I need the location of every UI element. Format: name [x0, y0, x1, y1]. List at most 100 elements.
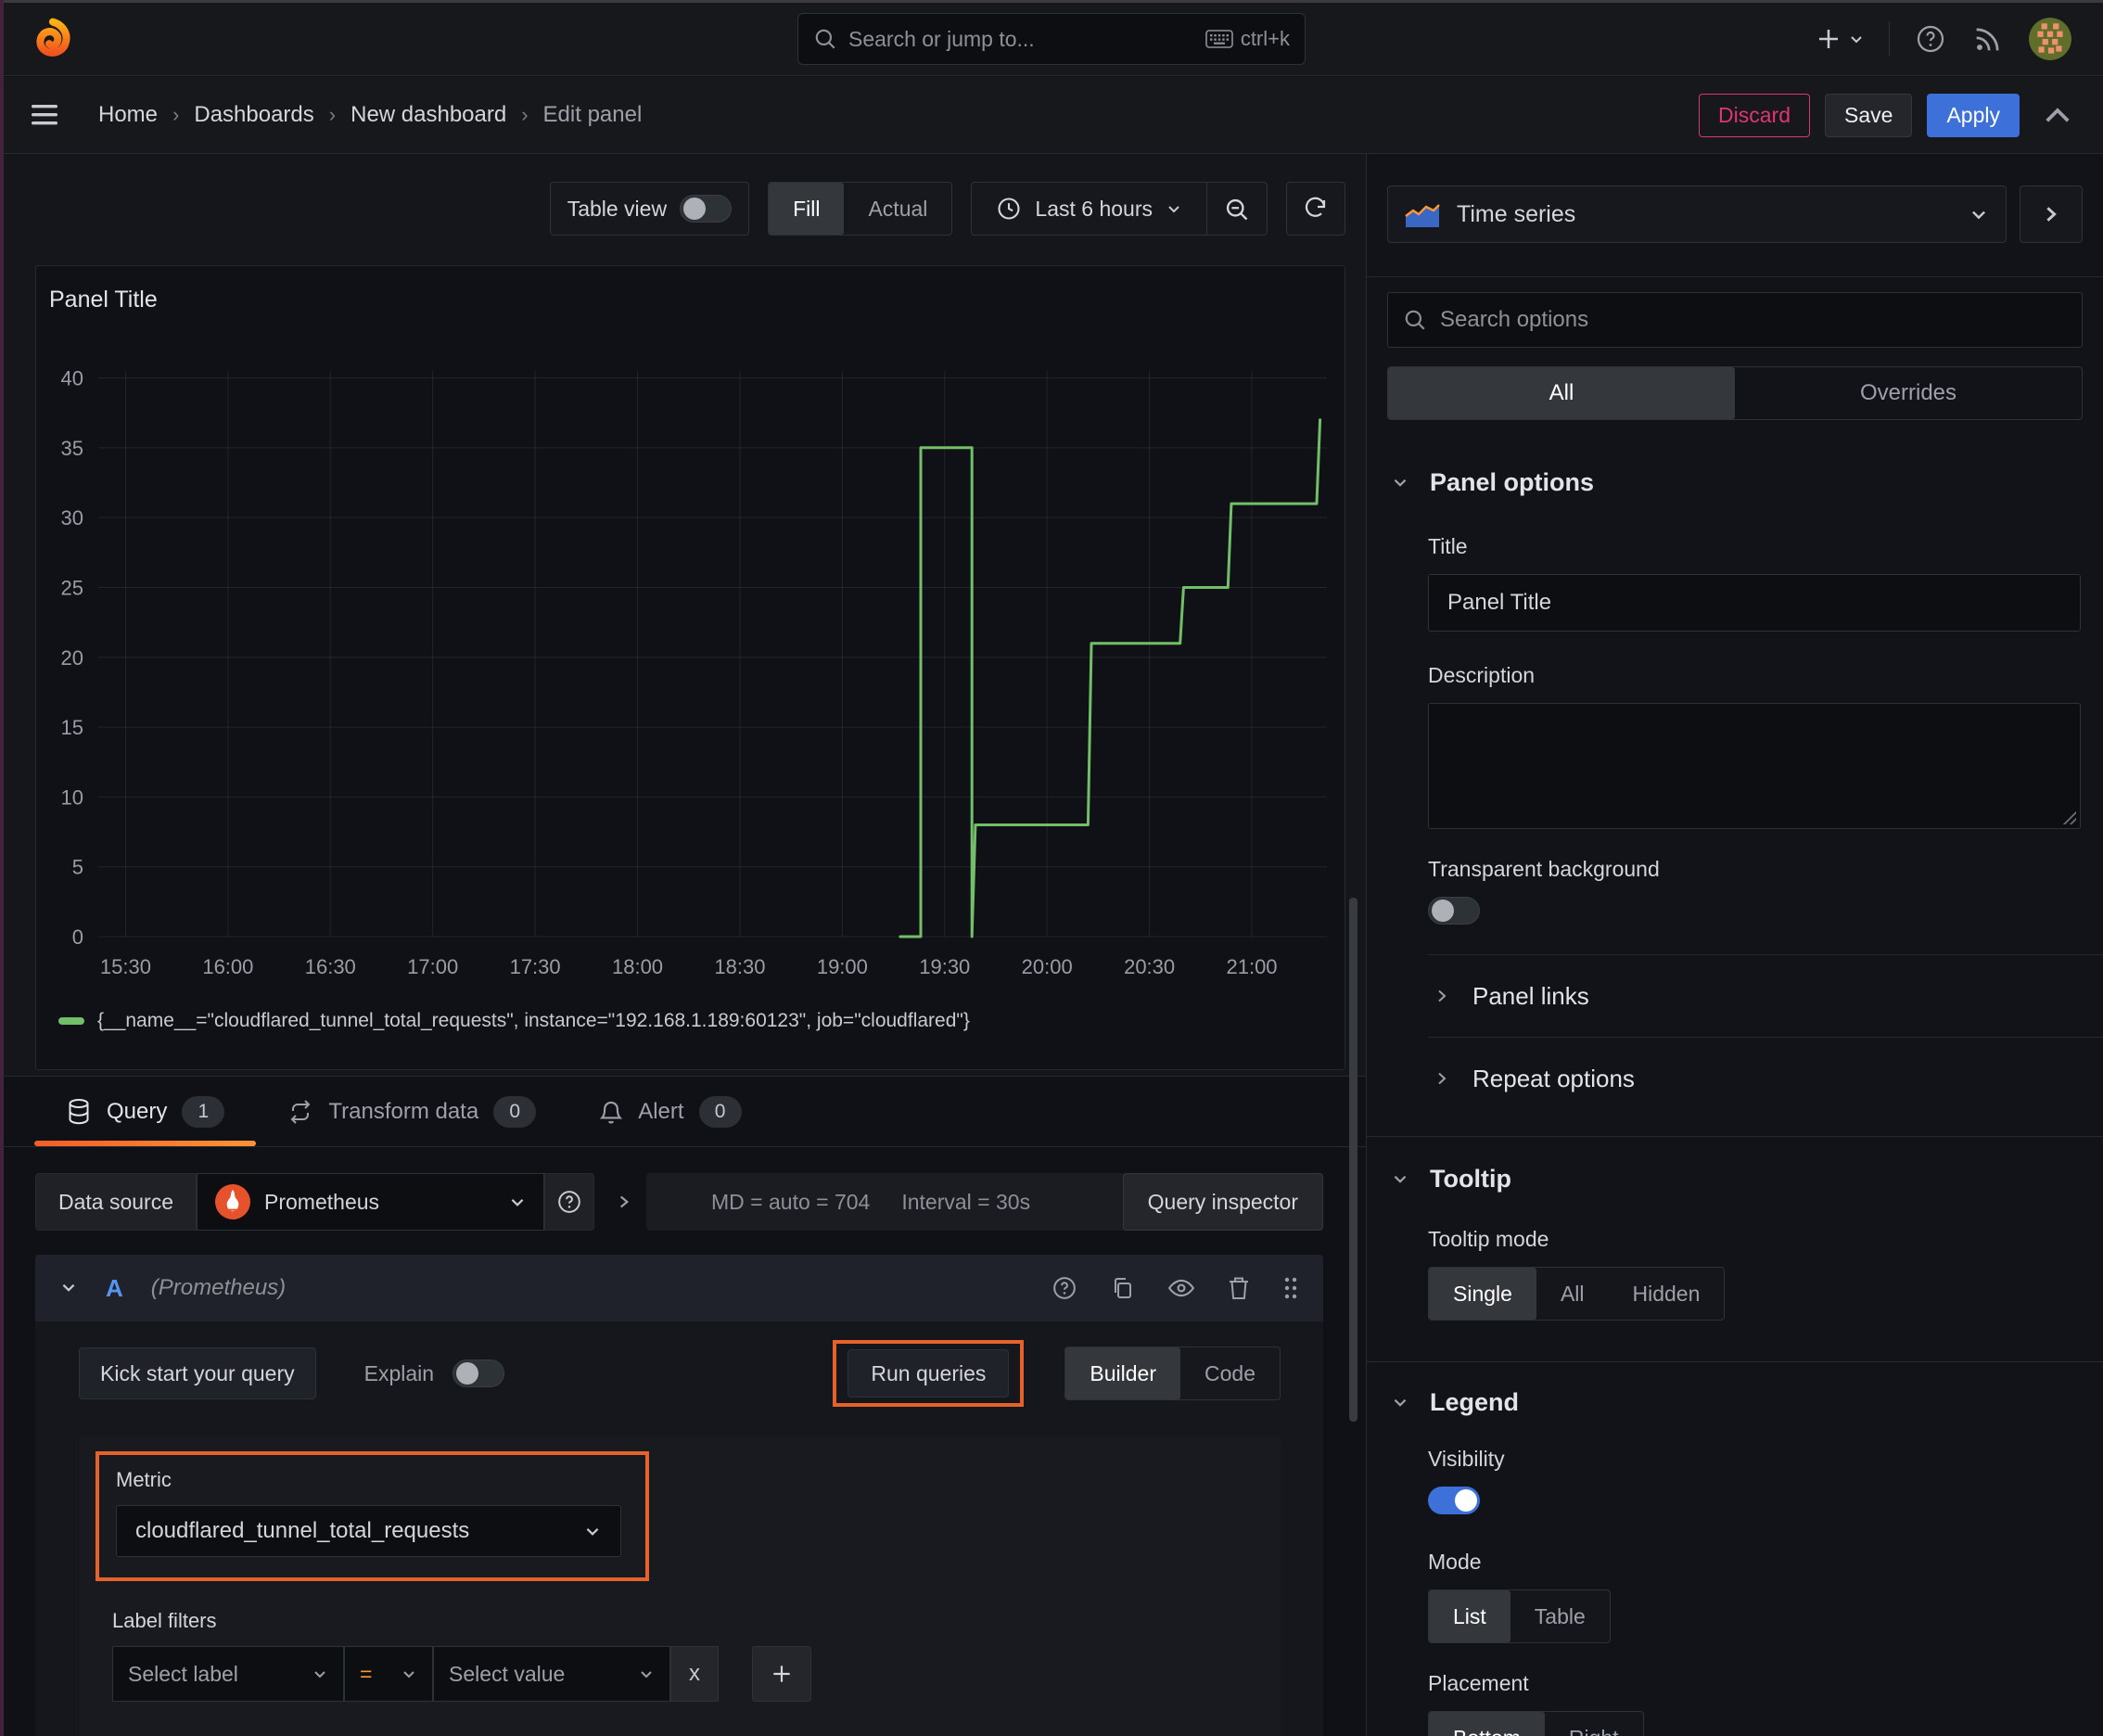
legend-mode-label: Mode	[1428, 1550, 1482, 1574]
topbar-actions	[1815, 18, 2071, 60]
help-icon[interactable]	[1051, 1274, 1078, 1302]
placement-bottom-option[interactable]: Bottom	[1429, 1712, 1545, 1736]
zoom-out-button[interactable]	[1207, 183, 1267, 235]
query-inspector-button[interactable]: Query inspector	[1122, 1173, 1323, 1231]
visualization-picker[interactable]: Time series	[1387, 185, 2007, 243]
run-queries-button[interactable]: Run queries	[848, 1349, 1010, 1398]
add-filter-button[interactable]	[752, 1646, 811, 1702]
tab-query[interactable]: Query 1	[34, 1077, 257, 1146]
query-pane: Query 1 Transform data 0 Alert 0 Data so…	[0, 1076, 1366, 1736]
menu-toggle-icon[interactable]	[32, 104, 59, 126]
discard-button[interactable]: Discard	[1699, 93, 1811, 137]
datasource-help-button[interactable]	[544, 1173, 595, 1231]
time-range-group: Last 6 hours	[971, 182, 1268, 236]
help-icon[interactable]	[1914, 22, 1947, 56]
kick-start-button[interactable]: Kick start your query	[79, 1347, 316, 1399]
tab-overrides[interactable]: Overrides	[1735, 367, 2082, 419]
user-avatar[interactable]	[2029, 18, 2071, 60]
tooltip-single-option[interactable]: Single	[1429, 1268, 1536, 1320]
section-legend[interactable]: Legend	[1367, 1388, 2103, 1417]
fill-option[interactable]: Fill	[769, 183, 845, 235]
section-panel-links[interactable]: Panel links	[1367, 955, 2103, 1037]
vertical-scrollbar-thumb[interactable]	[1349, 898, 1357, 1422]
panel-title-input[interactable]	[1428, 574, 2081, 632]
apply-button[interactable]: Apply	[1927, 93, 2020, 137]
global-search[interactable]: ctrl+k	[797, 13, 1306, 65]
duplicate-icon[interactable]	[1110, 1275, 1136, 1301]
chevron-down-icon[interactable]	[59, 1279, 78, 1297]
mode-table-option[interactable]: Table	[1510, 1590, 1610, 1642]
description-label: Description	[1428, 663, 1536, 687]
label-filter-row: Select label = Select value x	[112, 1646, 1281, 1702]
interval-stat: Interval = 30s	[901, 1189, 1031, 1214]
chevron-right-icon[interactable]	[615, 1193, 633, 1211]
legend-visibility-toggle[interactable]	[1428, 1487, 1480, 1514]
svg-text:20: 20	[61, 646, 83, 670]
eye-icon[interactable]	[1167, 1276, 1195, 1300]
remove-filter-button[interactable]: x	[670, 1646, 719, 1702]
section-repeat-options[interactable]: Repeat options	[1367, 1038, 2103, 1119]
query-ref-id[interactable]: A	[106, 1274, 123, 1303]
section-tooltip[interactable]: Tooltip	[1367, 1165, 2103, 1194]
series-label[interactable]: {__name__="cloudflared_tunnel_total_requ…	[97, 1010, 970, 1032]
database-icon	[69, 1098, 89, 1124]
edit-panel-workspace: Table view Fill Actual Last 6 hours Pane…	[0, 154, 1366, 1094]
search-shortcut: ctrl+k	[1240, 27, 1290, 50]
max-datapoints-stat: MD = auto = 704	[711, 1189, 871, 1214]
svg-text:30: 30	[61, 506, 83, 530]
breadcrumb-bar: Home › Dashboards › New dashboard › Edit…	[0, 77, 2103, 154]
save-button[interactable]: Save	[1825, 93, 1913, 137]
tab-transform-data[interactable]: Transform data 0	[256, 1077, 567, 1146]
refresh-button[interactable]	[1286, 182, 1345, 236]
explain-toggle[interactable]	[452, 1359, 505, 1387]
svg-text:18:30: 18:30	[714, 955, 765, 978]
description-textarea[interactable]	[1428, 703, 2081, 829]
resize-grip-icon[interactable]	[2061, 810, 2076, 824]
code-option[interactable]: Code	[1180, 1347, 1280, 1399]
alert-count-badge: 0	[698, 1095, 742, 1128]
operator-dropdown[interactable]: =	[344, 1646, 433, 1702]
chevron-up-icon[interactable]	[2044, 105, 2071, 125]
table-view-toggle[interactable]	[680, 195, 733, 223]
breadcrumb-home[interactable]: Home	[98, 102, 158, 128]
section-panel-options[interactable]: Panel options	[1367, 468, 2103, 497]
new-button[interactable]	[1815, 25, 1865, 53]
tab-all[interactable]: All	[1388, 367, 1735, 419]
chart-svg[interactable]: 0 5 10 15 20 25 30 35 40 15:30 16:00 16:30 17:00 17:3…	[36, 348, 1345, 997]
placement-right-option[interactable]: Right	[1545, 1712, 1643, 1736]
news-rss-icon[interactable]	[1971, 22, 2005, 56]
query-row-header[interactable]: A (Prometheus)	[35, 1255, 1323, 1321]
label-filters-block: Label filters Select label = Select valu…	[96, 1609, 1281, 1702]
svg-text:15: 15	[61, 716, 83, 739]
actual-option[interactable]: Actual	[844, 183, 951, 235]
options-search[interactable]	[1387, 292, 2083, 348]
tooltip-hidden-option[interactable]: Hidden	[1609, 1268, 1725, 1320]
table-view-control[interactable]: Table view	[549, 182, 750, 236]
table-view-label: Table view	[567, 196, 668, 221]
trash-icon[interactable]	[1227, 1275, 1251, 1301]
divider	[1367, 276, 2103, 277]
mode-list-option[interactable]: List	[1429, 1590, 1510, 1642]
drag-handle-icon[interactable]	[1282, 1276, 1299, 1300]
time-range-picker[interactable]: Last 6 hours	[972, 183, 1206, 235]
tooltip-all-option[interactable]: All	[1536, 1268, 1609, 1320]
select-value-dropdown[interactable]: Select value	[433, 1646, 670, 1702]
datasource-picker[interactable]: Prometheus	[197, 1173, 545, 1231]
select-label-dropdown[interactable]: Select label	[112, 1646, 344, 1702]
transparent-background-toggle[interactable]	[1428, 897, 1480, 925]
annotation-highlight-run-queries: Run queries	[833, 1340, 1025, 1407]
annotation-highlight-metric: Metric cloudflared_tunnel_total_requests	[96, 1451, 649, 1581]
metric-label: Metric	[116, 1468, 172, 1491]
collapse-options-button[interactable]	[2020, 185, 2083, 243]
panel-title[interactable]: Panel Title	[49, 287, 158, 313]
metric-select[interactable]: cloudflared_tunnel_total_requests	[116, 1505, 621, 1557]
visibility-label: Visibility	[1428, 1447, 1505, 1471]
tab-alert[interactable]: Alert 0	[567, 1077, 772, 1146]
breadcrumb-dashboards[interactable]: Dashboards	[194, 102, 313, 128]
chart-legend[interactable]: {__name__="cloudflared_tunnel_total_requ…	[58, 1010, 970, 1032]
breadcrumb-new-dashboard[interactable]: New dashboard	[350, 102, 506, 128]
options-search-input[interactable]	[1440, 307, 2067, 333]
grafana-logo-icon[interactable]	[32, 18, 74, 60]
global-search-input[interactable]	[848, 26, 1194, 52]
builder-option[interactable]: Builder	[1065, 1347, 1181, 1399]
